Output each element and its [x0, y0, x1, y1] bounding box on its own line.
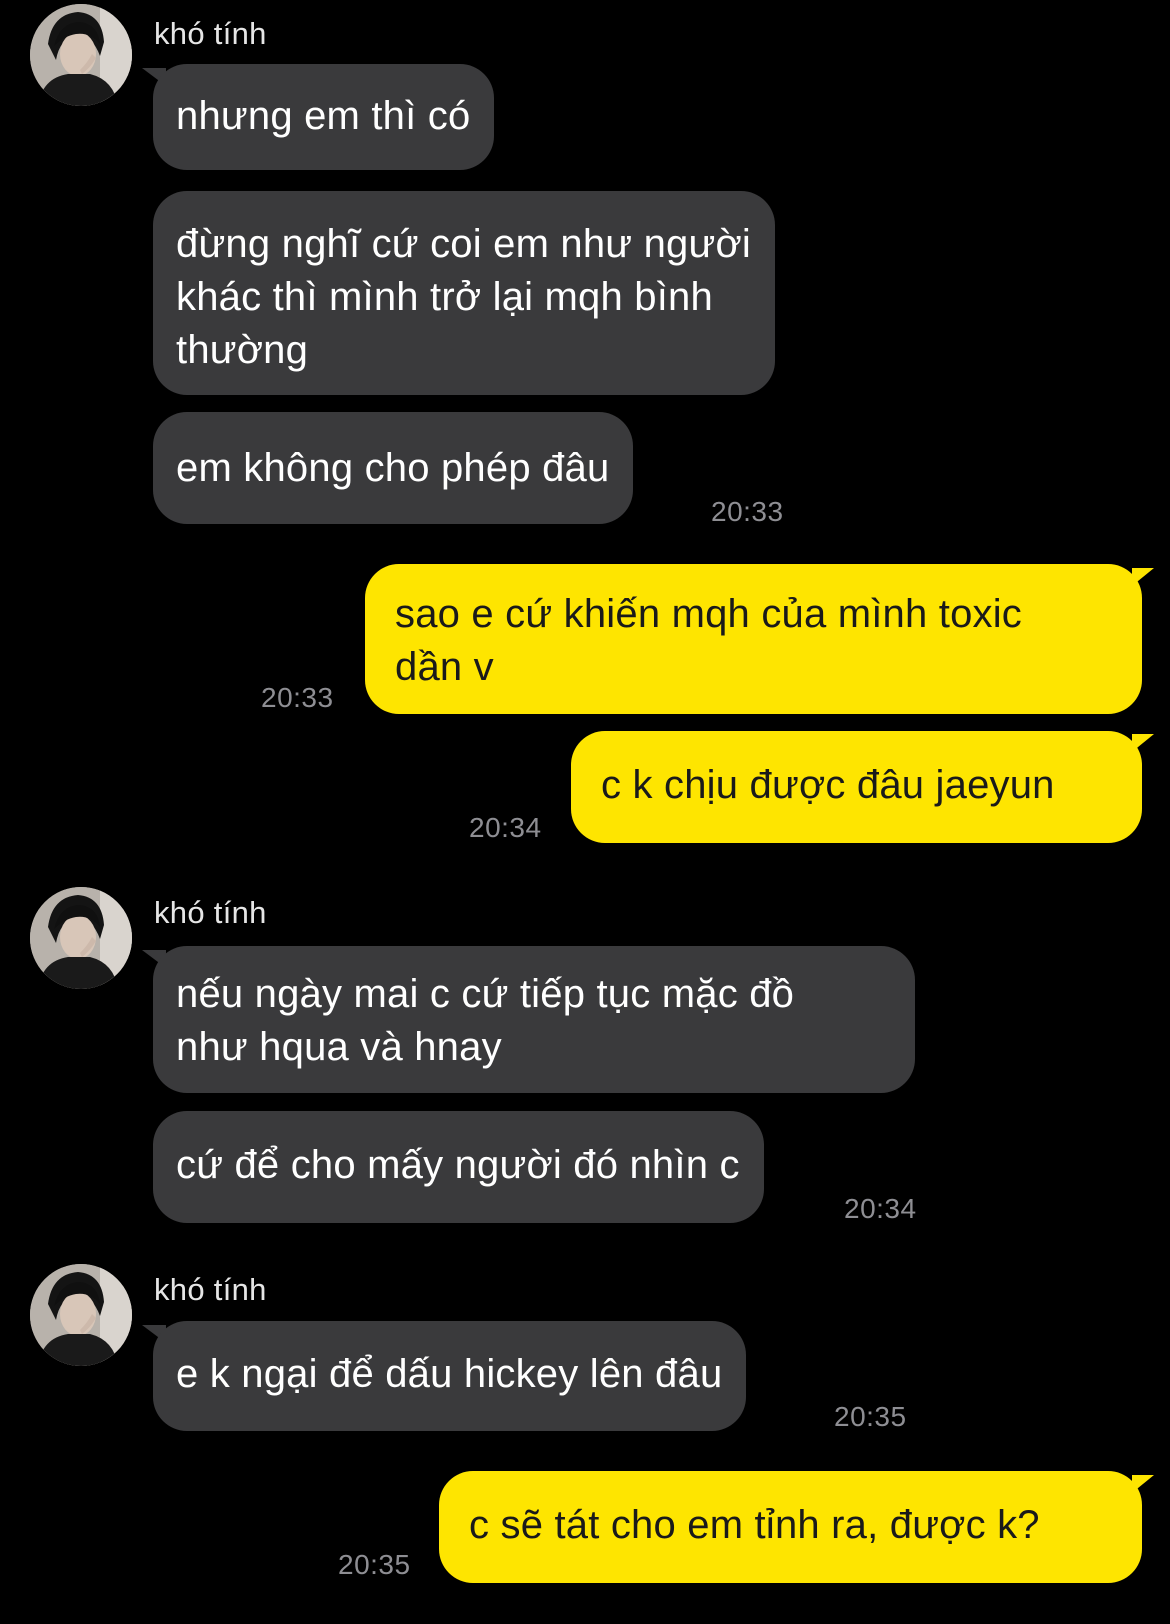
- message-timestamp: 20:34: [844, 1193, 917, 1224]
- incoming-message[interactable]: cứ để cho mấy người đó nhìn c: [153, 1111, 764, 1223]
- profile-photo-icon: [30, 4, 132, 106]
- message-line: nếu ngày mai c cứ tiếp tục mặc đồ: [176, 972, 795, 1016]
- incoming-message[interactable]: đừng nghĩ cứ coi em như người khác thì m…: [153, 191, 775, 395]
- message-text: c k chịu được đâu jaeyun: [601, 763, 1055, 807]
- message-text: e k ngại để dấu hickey lên đâu: [176, 1352, 723, 1396]
- message-timestamp: 20:34: [469, 812, 542, 843]
- profile-photo-icon: [30, 1264, 132, 1366]
- outgoing-message[interactable]: c k chịu được đâu jaeyun: [571, 731, 1142, 843]
- profile-photo-icon: [30, 887, 132, 989]
- sender-name: khó tính: [154, 16, 267, 51]
- contact-avatar[interactable]: [30, 1264, 132, 1366]
- incoming-message[interactable]: e k ngại để dấu hickey lên đâu: [153, 1321, 747, 1431]
- message-line: khác thì mình trở lại mqh bình: [176, 275, 713, 319]
- sender-name: khó tính: [154, 1272, 267, 1307]
- message-text: cứ để cho mấy người đó nhìn c: [176, 1143, 740, 1187]
- contact-avatar[interactable]: [30, 4, 132, 106]
- message-timestamp: 20:33: [261, 682, 334, 713]
- message-line: dần v: [395, 645, 494, 689]
- incoming-message[interactable]: nếu ngày mai c cứ tiếp tục mặc đồ như hq…: [153, 946, 915, 1093]
- message-timestamp: 20:35: [338, 1549, 411, 1580]
- incoming-message[interactable]: nhưng em thì có: [153, 64, 495, 170]
- chat-thread: khó tính nhưng em thì có đừng nghĩ cứ co…: [0, 0, 1170, 1624]
- message-line: sao e cứ khiến mqh của mình toxic: [395, 592, 1023, 636]
- message-text: nhưng em thì có: [176, 94, 471, 138]
- message-line: như hqua và hnay: [176, 1025, 502, 1069]
- outgoing-message[interactable]: sao e cứ khiến mqh của mình toxic dần v: [365, 564, 1142, 714]
- message-timestamp: 20:33: [711, 496, 784, 527]
- outgoing-message[interactable]: c sẽ tát cho em tỉnh ra, được k?: [439, 1471, 1142, 1583]
- contact-avatar[interactable]: [30, 887, 132, 989]
- message-line: đừng nghĩ cứ coi em như người: [176, 222, 751, 266]
- message-line: thường: [176, 328, 309, 372]
- message-text: c sẽ tát cho em tỉnh ra, được k?: [469, 1503, 1040, 1547]
- incoming-message[interactable]: em không cho phép đâu: [153, 412, 634, 524]
- sender-name: khó tính: [154, 895, 267, 930]
- message-text: em không cho phép đâu: [176, 446, 610, 490]
- message-timestamp: 20:35: [834, 1401, 907, 1432]
